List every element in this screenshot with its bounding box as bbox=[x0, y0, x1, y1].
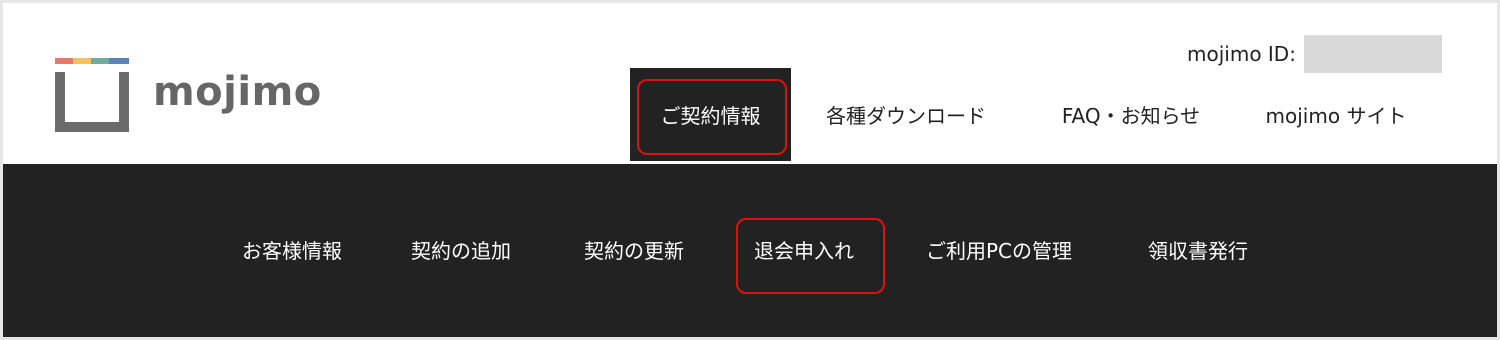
logo-bar-green bbox=[91, 58, 109, 64]
logo-bar-yellow bbox=[73, 58, 91, 64]
top-navigation: ご契約情報 各種ダウンロード FAQ・お知らせ mojimo サイト bbox=[630, 68, 1431, 161]
top-nav-mojimo-site[interactable]: mojimo サイト bbox=[1241, 68, 1431, 161]
top-nav-faq-news[interactable]: FAQ・お知らせ bbox=[1021, 68, 1241, 161]
top-nav-downloads[interactable]: 各種ダウンロード bbox=[791, 68, 1021, 161]
sub-nav-customer-info[interactable]: お客様情報 bbox=[242, 236, 342, 266]
sub-nav-withdrawal-request[interactable]: 退会申入れ bbox=[754, 236, 854, 266]
logo-bar-red bbox=[55, 58, 73, 64]
sub-nav-renew-contract[interactable]: 契約の更新 bbox=[584, 236, 684, 266]
sub-nav-pc-management[interactable]: ご利用PCの管理 bbox=[926, 236, 1072, 266]
sub-nav-add-contract[interactable]: 契約の追加 bbox=[411, 236, 511, 266]
top-nav-contract-info[interactable]: ご契約情報 bbox=[630, 68, 791, 161]
logo-cup-shape bbox=[55, 72, 129, 132]
mojimo-logo[interactable]: mojimo bbox=[55, 58, 322, 132]
logo-mark-icon bbox=[55, 58, 129, 132]
account-id-label: mojimo ID: bbox=[1187, 42, 1296, 66]
logo-bar-blue bbox=[109, 58, 129, 64]
sub-nav-issue-receipt[interactable]: 領収書発行 bbox=[1148, 236, 1248, 266]
site-header: mojimo mojimo ID: ご契約情報 各種ダウンロード FAQ・お知ら… bbox=[3, 3, 1497, 164]
logo-text: mojimo bbox=[153, 69, 322, 115]
sub-navigation: お客様情報 契約の追加 契約の更新 退会申入れ ご利用PCの管理 領収書発行 bbox=[3, 164, 1497, 337]
